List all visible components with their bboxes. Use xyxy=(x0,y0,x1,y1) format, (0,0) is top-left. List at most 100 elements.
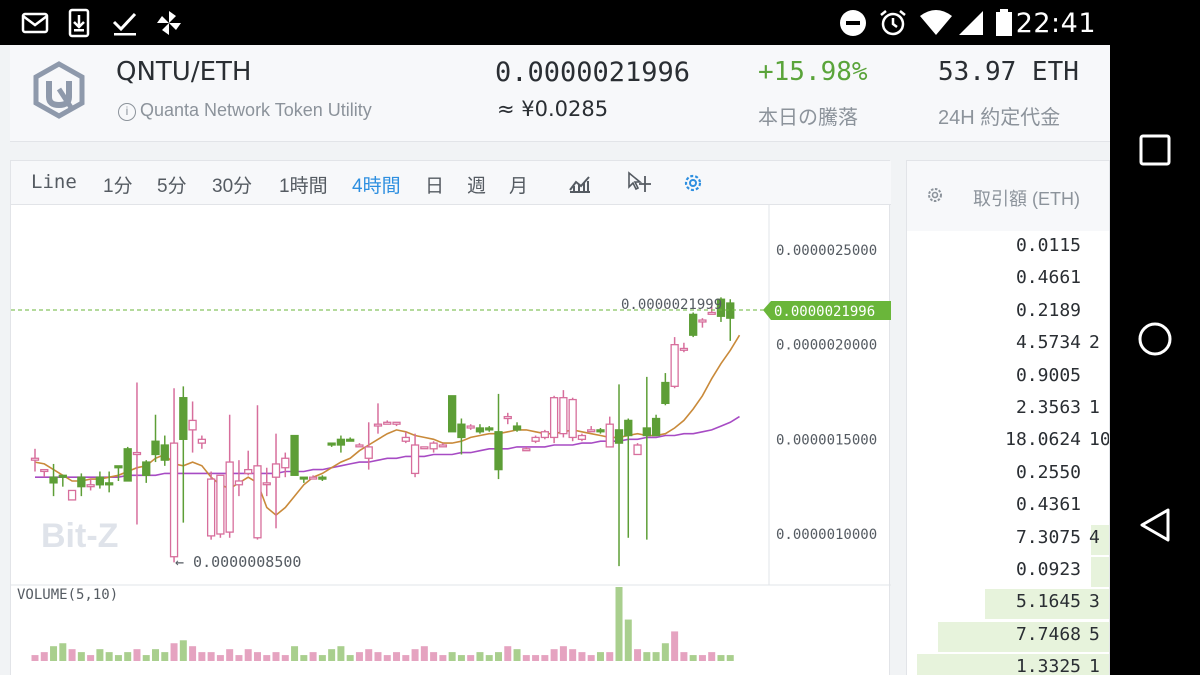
order-book-panel: 取引額 (ETH) 0.0115 0.4661 0.2189 4.5734 2 0.900… xyxy=(906,160,1110,675)
candle-body xyxy=(559,397,568,435)
candle-body xyxy=(327,442,336,446)
candle-body xyxy=(568,398,577,439)
last-price: 0.0000021996 xyxy=(495,57,691,88)
volume-bar xyxy=(634,649,642,661)
volume-bar xyxy=(226,649,234,661)
ma-short-line xyxy=(34,334,741,517)
tf-line[interactable]: Line xyxy=(31,171,77,193)
candle-body xyxy=(392,421,401,425)
candle-body xyxy=(373,423,383,427)
volume-bar xyxy=(244,649,252,661)
candle-body xyxy=(651,417,661,437)
volume-bar xyxy=(578,652,586,661)
candle-body xyxy=(132,451,142,456)
settings-gear-icon[interactable] xyxy=(680,170,706,196)
candle-body xyxy=(253,465,262,539)
volume-bar xyxy=(50,646,58,661)
order-book-row[interactable]: 0.9005 xyxy=(907,361,1109,393)
candle-body xyxy=(438,444,448,448)
order-book-row[interactable]: 0.0923 xyxy=(907,555,1109,587)
order-book-row[interactable]: 5.1645 3 xyxy=(907,587,1109,620)
volume-bar xyxy=(59,643,67,661)
volume-bar xyxy=(513,649,521,661)
book-settings-gear-icon[interactable] xyxy=(925,185,945,205)
candle-body xyxy=(549,397,559,439)
tf-4hour[interactable]: 4時間 xyxy=(352,171,401,198)
home-button[interactable] xyxy=(1136,320,1174,358)
depth-bar xyxy=(1090,557,1109,587)
recent-apps-button[interactable] xyxy=(1138,133,1172,167)
order-book-row[interactable]: 7.7468 5 xyxy=(907,620,1109,652)
order-book-row[interactable]: 0.2550 xyxy=(907,458,1109,490)
token-name: i Quanta Network Token Utility xyxy=(118,100,372,121)
tf-5min[interactable]: 5分 xyxy=(157,171,187,198)
candle-body xyxy=(160,444,169,461)
mail-notification-icon xyxy=(21,12,49,34)
order-book-row[interactable]: 7.3075 4 xyxy=(907,523,1109,555)
candle-body xyxy=(216,474,225,535)
tf-month[interactable]: 月 xyxy=(509,171,528,198)
candle-body xyxy=(401,436,410,442)
tf-day[interactable]: 日 xyxy=(425,171,444,198)
candle-body xyxy=(364,446,373,459)
volume-bar xyxy=(402,655,410,661)
order-book-row[interactable]: 4.5734 2 xyxy=(907,328,1109,360)
volume-24h-label: 24H 約定代金 xyxy=(938,107,1061,129)
order-book-column-label: 取引額 (ETH) xyxy=(973,189,1080,209)
info-icon[interactable]: i xyxy=(118,103,136,121)
back-button[interactable] xyxy=(1138,506,1172,544)
order-amount: 4.5734 xyxy=(1015,332,1081,354)
order-amount: 5.1645 xyxy=(1015,591,1081,613)
volume-bar xyxy=(420,646,428,661)
cell-signal-icon xyxy=(959,11,983,35)
order-book-row[interactable]: 0.2189 xyxy=(907,296,1109,328)
order-book-row[interactable]: 18.0624 10 xyxy=(907,425,1109,457)
tf-1min[interactable]: 1分 xyxy=(103,171,133,198)
candle-body xyxy=(123,448,132,482)
volume-bar xyxy=(189,646,197,661)
quanta-logo-icon xyxy=(33,61,85,119)
order-amount: 0.2189 xyxy=(1015,299,1081,321)
order-amount: 0.0923 xyxy=(1015,559,1081,580)
low-price-marker: ← 0.0000008500 xyxy=(175,553,301,571)
order-amount: 0.2550 xyxy=(1015,461,1081,483)
order-amount: 0.9005 xyxy=(1015,364,1081,386)
tf-30min[interactable]: 30分 xyxy=(212,171,252,198)
daily-change: +15.98% xyxy=(758,57,868,87)
order-book-row[interactable]: 0.4661 xyxy=(907,263,1109,295)
candle-body xyxy=(512,425,522,431)
candle-body xyxy=(670,344,679,387)
volume-bar xyxy=(559,646,567,661)
candle-body xyxy=(40,468,49,473)
volume-bar xyxy=(476,652,484,661)
tf-week[interactable]: 週 xyxy=(467,171,486,198)
volume-bar xyxy=(671,631,679,661)
candle-body xyxy=(726,302,735,319)
candle-body xyxy=(151,440,160,456)
candle-body xyxy=(540,431,549,439)
order-book-row[interactable]: 1.3325 1 xyxy=(907,652,1109,675)
candle-body xyxy=(169,442,179,558)
volume-bar xyxy=(170,643,178,661)
volume-bar xyxy=(708,652,716,661)
volume-bar xyxy=(587,655,595,661)
phone-screen: 22:41 QNTU/ETH i Quanta Network Token Uti… xyxy=(0,0,1200,675)
crosshair-cursor-icon[interactable] xyxy=(626,170,652,196)
volume-bar xyxy=(615,587,623,661)
volume-bar xyxy=(161,652,169,661)
task-complete-icon xyxy=(112,12,137,36)
volume-bar xyxy=(383,655,391,661)
candle-body xyxy=(58,474,67,478)
order-book-row[interactable]: 2.3563 1 xyxy=(907,393,1109,425)
order-book-row[interactable]: 0.4361 xyxy=(907,490,1109,522)
candle-body xyxy=(420,446,429,450)
volume-bar xyxy=(467,655,475,661)
price-chart[interactable]: Bit-Z 0.0000025000 0.0000020000 0.00000150… xyxy=(11,205,891,675)
volume-bar xyxy=(272,652,280,661)
volume-bar xyxy=(596,652,604,661)
order-book-row[interactable]: 0.0115 xyxy=(907,231,1109,263)
tf-1hour[interactable]: 1時間 xyxy=(279,171,328,198)
indicator-icon[interactable] xyxy=(567,170,593,196)
order-amount: 18.0624 xyxy=(1005,429,1081,451)
local-price: ≈ ¥0.0285 xyxy=(497,97,609,121)
